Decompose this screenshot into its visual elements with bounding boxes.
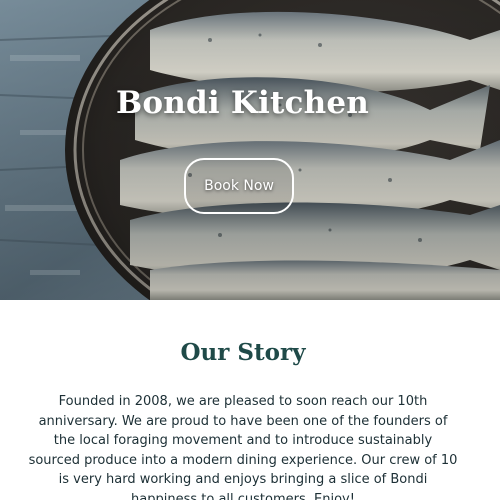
story-heading: Our Story [180,339,306,367]
our-story-section: Our Story Founded in 2008, we are please… [0,300,500,500]
hero-section: Bondi Kitchen Book Now [0,0,500,300]
hero-title: Bondi Kitchen [116,84,369,121]
hero-background-image [0,0,500,300]
story-body: Founded in 2008, we are pleased to soon … [28,394,458,500]
page: Bondi Kitchen Book Now Our Story Founded… [0,0,500,500]
book-now-button[interactable]: Book Now [184,158,294,214]
